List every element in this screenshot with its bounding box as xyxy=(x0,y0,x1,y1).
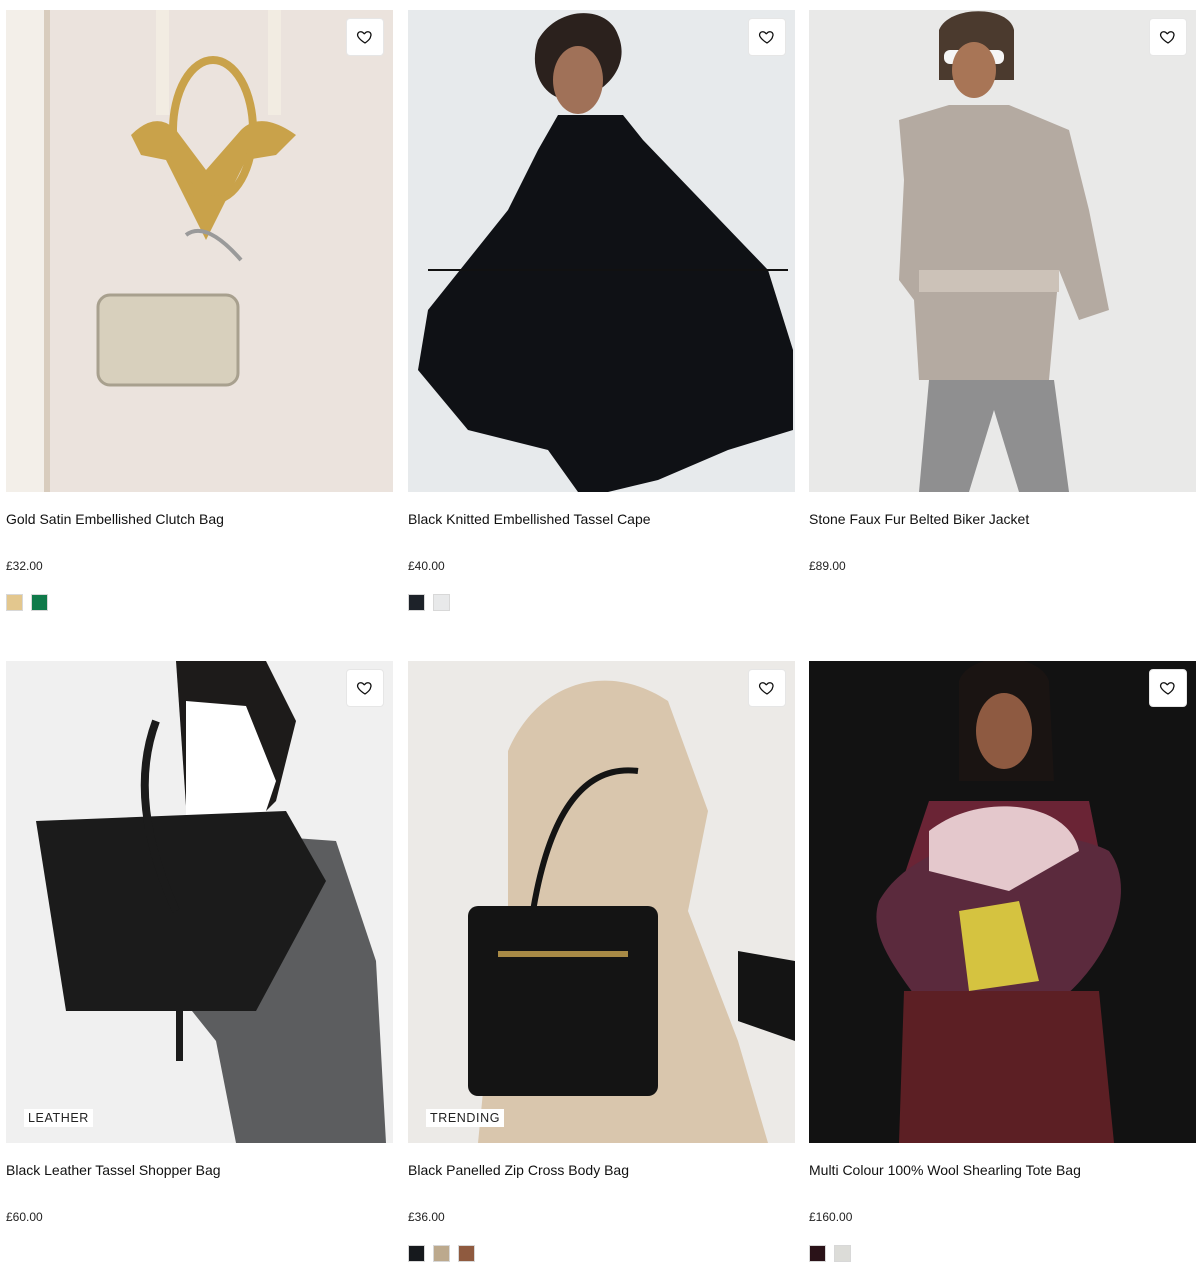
colour-swatches xyxy=(6,594,48,611)
product-image[interactable] xyxy=(408,10,795,492)
wishlist-button[interactable] xyxy=(346,18,384,56)
product-image[interactable] xyxy=(6,10,393,492)
product-title[interactable]: Gold Satin Embellished Clutch Bag xyxy=(6,510,393,528)
wishlist-button[interactable] xyxy=(1149,669,1187,707)
colour-swatch[interactable] xyxy=(433,594,450,611)
product-title[interactable]: Black Panelled Zip Cross Body Bag xyxy=(408,1161,795,1179)
product-card[interactable]: TRENDING Black Panelled Zip Cross Body B… xyxy=(408,661,795,1281)
wishlist-button[interactable] xyxy=(1149,18,1187,56)
colour-swatch[interactable] xyxy=(408,1245,425,1262)
product-card[interactable]: Gold Satin Embellished Clutch Bag £32.00 xyxy=(6,10,393,630)
heart-outline-icon xyxy=(758,31,774,44)
product-card[interactable]: Multi Colour 100% Wool Shearling Tote Ba… xyxy=(809,661,1196,1281)
product-price: £160.00 xyxy=(809,1210,853,1224)
colour-swatch[interactable] xyxy=(408,594,425,611)
product-card[interactable]: Black Knitted Embellished Tassel Cape £4… xyxy=(408,10,795,630)
wishlist-button[interactable] xyxy=(748,18,786,56)
colour-swatch[interactable] xyxy=(6,594,23,611)
product-price: £32.00 xyxy=(6,559,43,573)
product-title[interactable]: Black Leather Tassel Shopper Bag xyxy=(6,1161,393,1179)
product-price: £36.00 xyxy=(408,1210,445,1224)
product-price: £89.00 xyxy=(809,559,846,573)
colour-swatches xyxy=(408,594,450,611)
heart-outline-icon xyxy=(1159,31,1175,44)
colour-swatch[interactable] xyxy=(834,1245,851,1262)
product-image[interactable] xyxy=(809,10,1196,492)
colour-swatches xyxy=(809,1245,851,1262)
product-badge: TRENDING xyxy=(426,1109,505,1127)
product-image[interactable]: LEATHER xyxy=(6,661,393,1143)
product-title[interactable]: Black Knitted Embellished Tassel Cape xyxy=(408,510,795,528)
colour-swatch[interactable] xyxy=(433,1245,450,1262)
heart-outline-icon xyxy=(1159,682,1175,695)
product-title[interactable]: Stone Faux Fur Belted Biker Jacket xyxy=(809,510,1196,528)
product-title[interactable]: Multi Colour 100% Wool Shearling Tote Ba… xyxy=(809,1161,1196,1179)
product-price: £60.00 xyxy=(6,1210,43,1224)
product-image[interactable]: TRENDING xyxy=(408,661,795,1143)
product-badge: LEATHER xyxy=(24,1109,93,1127)
wishlist-button[interactable] xyxy=(748,669,786,707)
colour-swatch[interactable] xyxy=(809,1245,826,1262)
product-image[interactable] xyxy=(809,661,1196,1143)
product-card[interactable]: LEATHER Black Leather Tassel Shopper Bag… xyxy=(6,661,393,1281)
product-grid: Gold Satin Embellished Clutch Bag £32.00… xyxy=(0,0,1200,1264)
heart-outline-icon xyxy=(356,682,372,695)
colour-swatch[interactable] xyxy=(31,594,48,611)
heart-outline-icon xyxy=(758,682,774,695)
heart-outline-icon xyxy=(356,31,372,44)
wishlist-button[interactable] xyxy=(346,669,384,707)
product-card[interactable]: Stone Faux Fur Belted Biker Jacket £89.0… xyxy=(809,10,1196,630)
colour-swatch[interactable] xyxy=(458,1245,475,1262)
colour-swatches xyxy=(408,1245,475,1262)
product-price: £40.00 xyxy=(408,559,445,573)
